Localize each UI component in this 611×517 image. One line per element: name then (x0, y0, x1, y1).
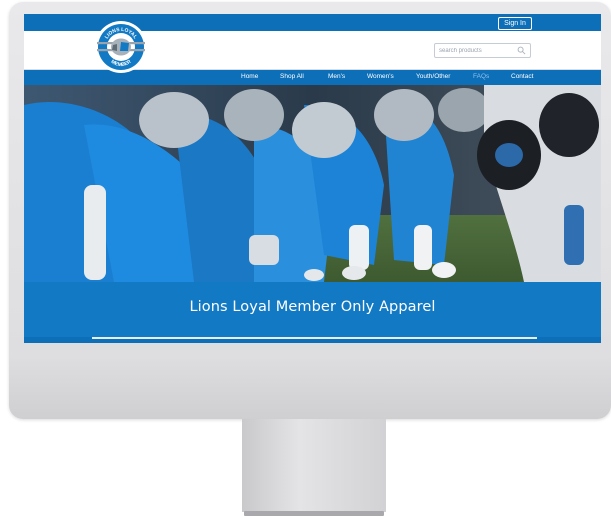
nav-mens[interactable]: Men's (328, 71, 345, 83)
sign-in-button[interactable]: Sign In (498, 17, 532, 30)
hero-image (24, 85, 601, 282)
nav-home[interactable]: Home (241, 71, 258, 83)
nav-youth-other[interactable]: Youth/Other (416, 71, 450, 83)
monitor-stand (242, 419, 386, 512)
page-footer-strip (24, 339, 601, 343)
lions-loyal-logo[interactable]: LIONS LOYAL MEMBER (95, 21, 147, 73)
nav-womens[interactable]: Women's (367, 71, 394, 83)
search-input[interactable] (439, 44, 511, 57)
monitor-chin (9, 356, 611, 419)
nav-contact[interactable]: Contact (511, 71, 533, 83)
search-box[interactable] (434, 43, 531, 58)
nav-shop-all[interactable]: Shop All (280, 71, 304, 83)
monitor-stand-base (244, 511, 384, 516)
football-linemen-photo (24, 85, 601, 282)
nav-faqs[interactable]: FAQs (473, 71, 489, 83)
website-screen: Sign In Home Shop All Men's Women's Yout… (24, 14, 601, 343)
banner-title: Lions Loyal Member Only Apparel (189, 299, 436, 315)
search-icon[interactable] (517, 46, 526, 55)
